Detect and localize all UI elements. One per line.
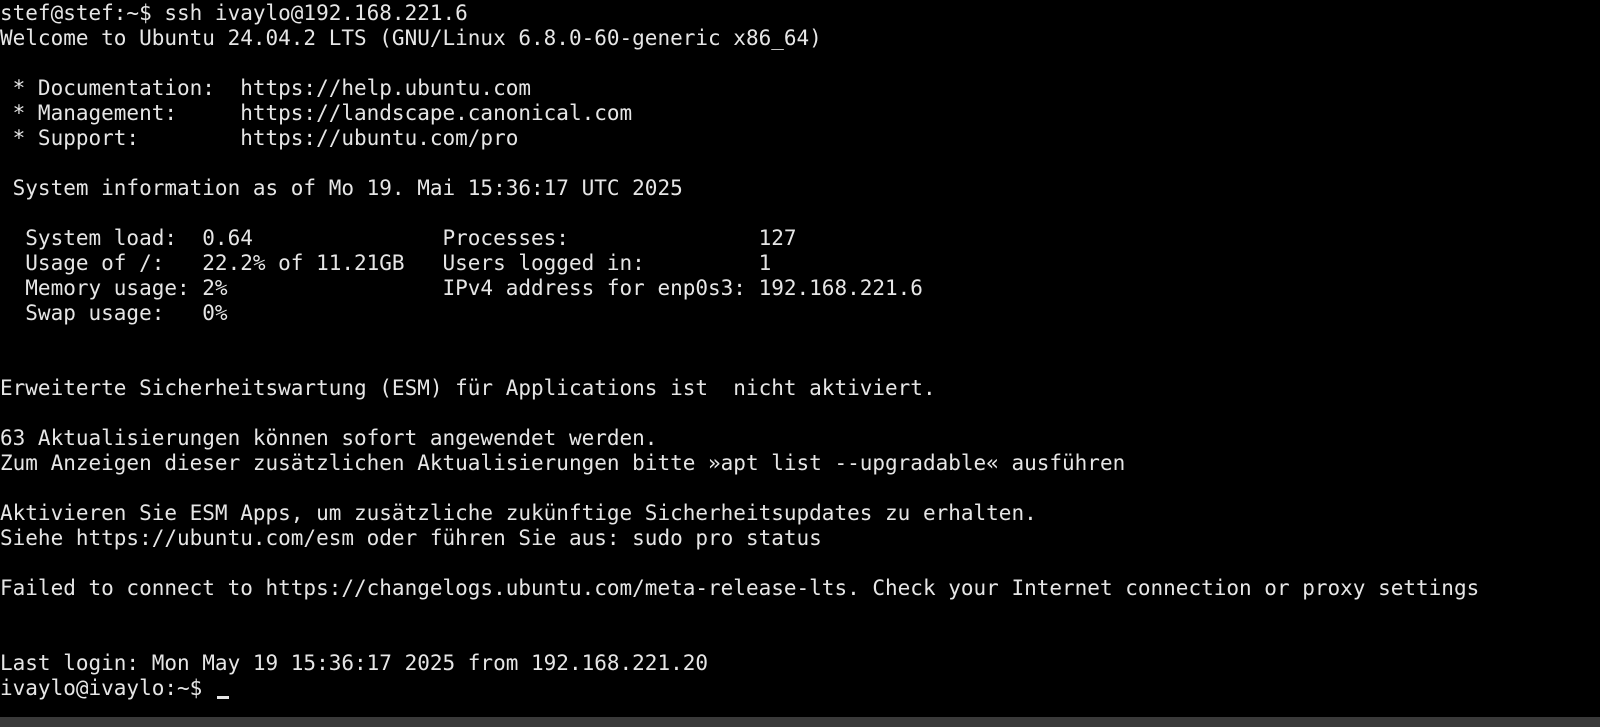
window-bottom-bar bbox=[0, 717, 1600, 727]
terminal-line-memory-usage: Memory usage: 2% IPv4 address for enp0s3… bbox=[0, 276, 923, 300]
terminal-line-updates-count: 63 Aktualisierungen können sofort angewe… bbox=[0, 426, 658, 450]
terminal-line-last-login: Last login: Mon May 19 15:36:17 2025 fro… bbox=[0, 651, 709, 675]
terminal-line-esm-apps: Aktivieren Sie ESM Apps, um zusätzliche … bbox=[0, 501, 1037, 525]
terminal-line-support: * Support: https://ubuntu.com/pro bbox=[0, 126, 519, 150]
terminal-line-system-load: System load: 0.64 Processes: 127 bbox=[0, 226, 797, 250]
terminal-line-documentation: * Documentation: https://help.ubuntu.com bbox=[0, 76, 532, 100]
terminal-line-esm-link: Siehe https://ubuntu.com/esm oder führen… bbox=[0, 526, 822, 550]
terminal-line-connect-failed: Failed to connect to https://changelogs.… bbox=[0, 576, 1480, 600]
terminal-line-updates-hint: Zum Anzeigen dieser zusätzlichen Aktuali… bbox=[0, 451, 1126, 475]
terminal-line-management: * Management: https://landscape.canonica… bbox=[0, 101, 633, 125]
shell-prompt: ivaylo@ivaylo:~$ bbox=[0, 676, 215, 700]
terminal-line-swap-usage: Swap usage: 0% bbox=[0, 301, 228, 325]
terminal-line-esm-notice: Erweiterte Sicherheitswartung (ESM) für … bbox=[0, 376, 936, 400]
text-cursor bbox=[216, 696, 229, 699]
terminal-window[interactable]: stef@stef:~$ ssh ivaylo@192.168.221.6 We… bbox=[0, 0, 1600, 717]
terminal-line-system-info-header: System information as of Mo 19. Mai 15:3… bbox=[0, 176, 683, 200]
terminal-prompt-line[interactable]: ivaylo@ivaylo:~$ bbox=[0, 676, 229, 701]
terminal-line-disk-usage: Usage of /: 22.2% of 11.21GB Users logge… bbox=[0, 251, 772, 275]
terminal-line-ssh-command: stef@stef:~$ ssh ivaylo@192.168.221.6 bbox=[0, 1, 468, 25]
terminal-line-welcome: Welcome to Ubuntu 24.04.2 LTS (GNU/Linux… bbox=[0, 26, 822, 50]
